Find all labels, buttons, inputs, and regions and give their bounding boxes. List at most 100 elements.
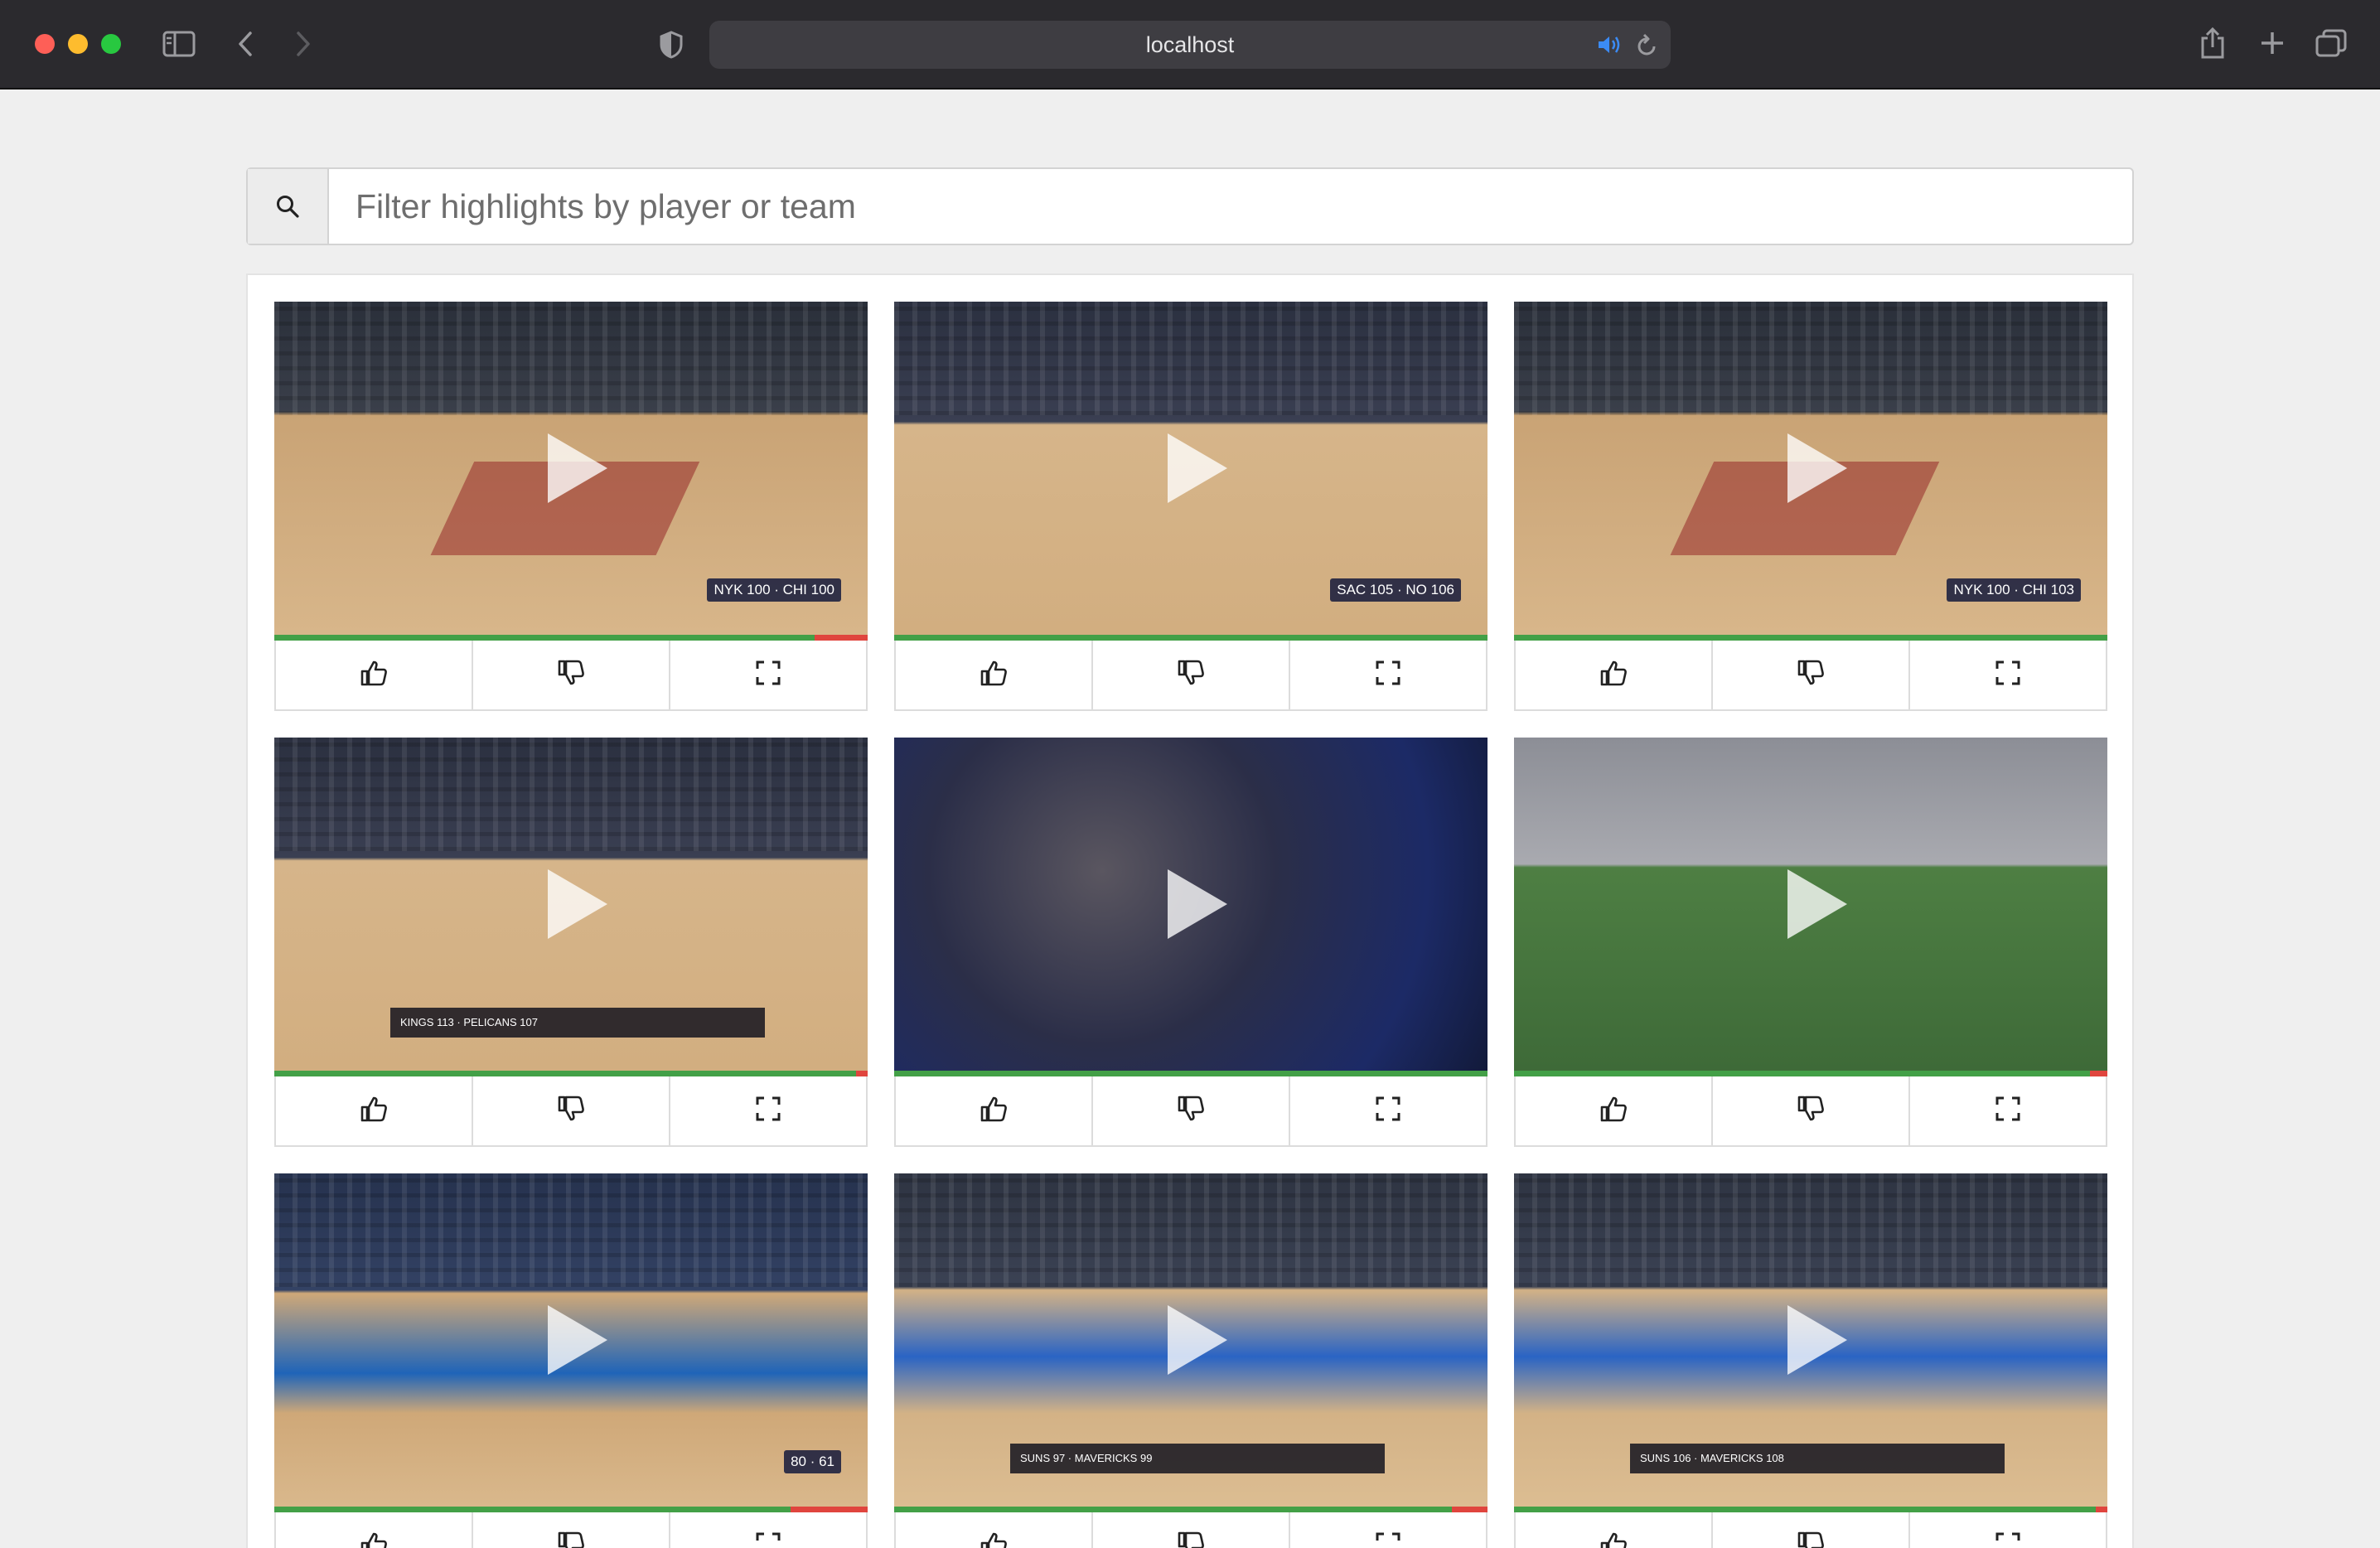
like-button[interactable] — [896, 1076, 1093, 1145]
fullscreen-button[interactable] — [670, 641, 866, 709]
privacy-shield-icon[interactable] — [655, 28, 688, 61]
fullscreen-icon — [1375, 1531, 1401, 1548]
back-icon[interactable] — [232, 27, 259, 61]
fullscreen-button[interactable] — [670, 1512, 866, 1548]
score-bug: NYK 100 · CHI 103 — [1947, 578, 2081, 602]
thumbs-down-icon — [557, 1531, 585, 1548]
like-button[interactable] — [1516, 1076, 1713, 1145]
highlight-card: NYK 100 · CHI 100 — [274, 302, 868, 711]
thumbs-up-icon — [980, 1095, 1008, 1127]
thumbs-down-icon — [557, 1095, 585, 1127]
like-button[interactable] — [896, 1512, 1093, 1548]
play-icon[interactable] — [1168, 433, 1227, 503]
watch-progress-fill — [274, 1071, 856, 1076]
thumbs-down-icon — [1177, 1095, 1205, 1127]
video-thumbnail[interactable] — [1514, 738, 2107, 1071]
browser-window: localhost Filter highlights by player or… — [0, 0, 2380, 1548]
fullscreen-button[interactable] — [1290, 641, 1486, 709]
play-icon[interactable] — [548, 1305, 607, 1375]
speaker-icon[interactable] — [1594, 31, 1624, 59]
thumbs-up-icon — [980, 659, 1008, 691]
play-icon[interactable] — [1168, 1305, 1227, 1375]
dislike-button[interactable] — [473, 641, 670, 709]
fullscreen-icon — [1995, 660, 2021, 690]
fullscreen-icon — [1995, 1531, 2021, 1548]
maximize-window-button[interactable] — [101, 34, 121, 54]
address-bar[interactable]: localhost — [709, 21, 1671, 69]
thumbs-down-icon — [1177, 1531, 1205, 1548]
reload-icon[interactable] — [1633, 31, 1661, 59]
close-window-button[interactable] — [35, 34, 55, 54]
tab-overview-icon[interactable] — [2314, 27, 2349, 60]
new-tab-icon[interactable] — [2256, 27, 2289, 60]
video-thumbnail[interactable]: SAC 105 · NO 106 — [894, 302, 1488, 635]
dislike-button[interactable] — [473, 1512, 670, 1548]
play-icon[interactable] — [1787, 433, 1847, 503]
fullscreen-icon — [755, 1531, 781, 1548]
highlight-card: NYK 100 · CHI 103 — [1514, 302, 2107, 711]
browser-toolbar: localhost — [0, 0, 2380, 89]
highlight-card — [1514, 738, 2107, 1147]
highlight-card: SAC 105 · NO 106 — [894, 302, 1488, 711]
play-icon[interactable] — [1787, 1305, 1847, 1375]
dislike-button[interactable] — [1093, 1076, 1290, 1145]
watch-progress-bar — [1514, 1071, 2107, 1076]
card-actions — [894, 1512, 1488, 1548]
thumbs-down-icon — [557, 659, 585, 691]
fullscreen-button[interactable] — [1910, 1512, 2106, 1548]
dislike-button[interactable] — [1713, 1076, 1910, 1145]
thumbs-up-icon — [980, 1531, 1008, 1548]
dislike-button[interactable] — [473, 1076, 670, 1145]
like-button[interactable] — [1516, 641, 1713, 709]
score-bar: KINGS 113 · PELICANS 107 — [390, 1008, 765, 1038]
card-actions — [274, 1512, 868, 1548]
watch-progress-fill — [274, 1507, 791, 1512]
video-thumbnail[interactable]: NYK 100 · CHI 103 — [1514, 302, 2107, 635]
thumbs-up-icon — [360, 1531, 388, 1548]
fullscreen-icon — [1375, 1096, 1401, 1126]
sidebar-toggle-icon[interactable] — [159, 27, 199, 61]
fullscreen-button[interactable] — [670, 1076, 866, 1145]
fullscreen-button[interactable] — [1290, 1076, 1486, 1145]
video-thumbnail[interactable]: KINGS 113 · PELICANS 107 — [274, 738, 868, 1071]
url-text[interactable]: localhost — [709, 21, 1671, 69]
like-button[interactable] — [896, 641, 1093, 709]
video-thumbnail[interactable]: SUNS 106 · MAVERICKS 108 — [1514, 1173, 2107, 1507]
thumbs-up-icon — [360, 659, 388, 691]
page-content: NYK 100 · CHI 100 SAC 105 · NO 106 — [2, 89, 2378, 1548]
watch-progress-fill — [1514, 1071, 2090, 1076]
video-thumbnail[interactable] — [894, 738, 1488, 1071]
play-icon[interactable] — [1787, 869, 1847, 939]
play-icon[interactable] — [548, 869, 607, 939]
forward-icon[interactable] — [290, 27, 317, 61]
like-button[interactable] — [276, 1512, 473, 1548]
fullscreen-button[interactable] — [1290, 1512, 1486, 1548]
watch-progress-fill — [274, 635, 815, 641]
watch-progress-bar — [894, 635, 1488, 641]
play-icon[interactable] — [1168, 869, 1227, 939]
dislike-button[interactable] — [1713, 1512, 1910, 1548]
video-thumbnail[interactable]: NYK 100 · CHI 100 — [274, 302, 868, 635]
dislike-button[interactable] — [1093, 1512, 1290, 1548]
play-icon[interactable] — [548, 433, 607, 503]
score-bar: SUNS 97 · MAVERICKS 99 — [1010, 1444, 1385, 1473]
fullscreen-button[interactable] — [1910, 1076, 2106, 1145]
fullscreen-button[interactable] — [1910, 641, 2106, 709]
minimize-window-button[interactable] — [68, 34, 88, 54]
video-thumbnail[interactable]: SUNS 97 · MAVERICKS 99 — [894, 1173, 1488, 1507]
dislike-button[interactable] — [1713, 641, 1910, 709]
watch-progress-bar — [1514, 1507, 2107, 1512]
thumbs-down-icon — [1797, 1095, 1825, 1127]
watch-progress-bar — [274, 1071, 868, 1076]
search-input[interactable] — [329, 169, 2127, 244]
like-button[interactable] — [276, 1076, 473, 1145]
share-icon[interactable] — [2196, 25, 2229, 61]
watch-progress-bar — [1514, 635, 2107, 641]
like-button[interactable] — [1516, 1512, 1713, 1548]
search-icon — [248, 169, 329, 244]
watch-progress-bar — [274, 635, 868, 641]
thumbs-up-icon — [1599, 1095, 1628, 1127]
dislike-button[interactable] — [1093, 641, 1290, 709]
like-button[interactable] — [276, 641, 473, 709]
video-thumbnail[interactable]: 80 · 61 — [274, 1173, 868, 1507]
